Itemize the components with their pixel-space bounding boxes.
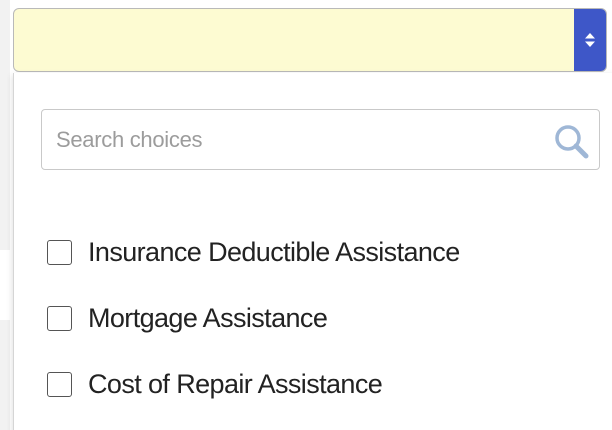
option-checkbox[interactable] <box>47 371 72 397</box>
search-box[interactable] <box>41 109 600 170</box>
select-toggle-button[interactable] <box>574 9 606 71</box>
option-cost-of-repair-assistance[interactable]: Cost of Repair Assistance <box>47 351 460 417</box>
background-layer <box>0 320 10 430</box>
option-label: Cost of Repair Assistance <box>88 368 383 399</box>
up-down-caret-icon <box>585 33 595 47</box>
option-checkbox[interactable] <box>47 305 72 331</box>
search-icon[interactable] <box>551 121 591 161</box>
page: Insurance Deductible Assistance Mortgage… <box>0 0 612 430</box>
option-mortgage-assistance[interactable]: Mortgage Assistance <box>47 285 460 351</box>
search-input[interactable] <box>42 110 542 169</box>
options-list: Insurance Deductible Assistance Mortgage… <box>47 219 460 417</box>
option-insurance-deductible-assistance[interactable]: Insurance Deductible Assistance <box>47 219 460 285</box>
option-checkbox[interactable] <box>47 239 72 265</box>
choice-select[interactable] <box>13 8 607 72</box>
dropdown-panel: Insurance Deductible Assistance Mortgage… <box>13 73 612 430</box>
option-label: Insurance Deductible Assistance <box>88 236 460 267</box>
background-layer <box>0 0 10 250</box>
option-label: Mortgage Assistance <box>88 302 328 333</box>
